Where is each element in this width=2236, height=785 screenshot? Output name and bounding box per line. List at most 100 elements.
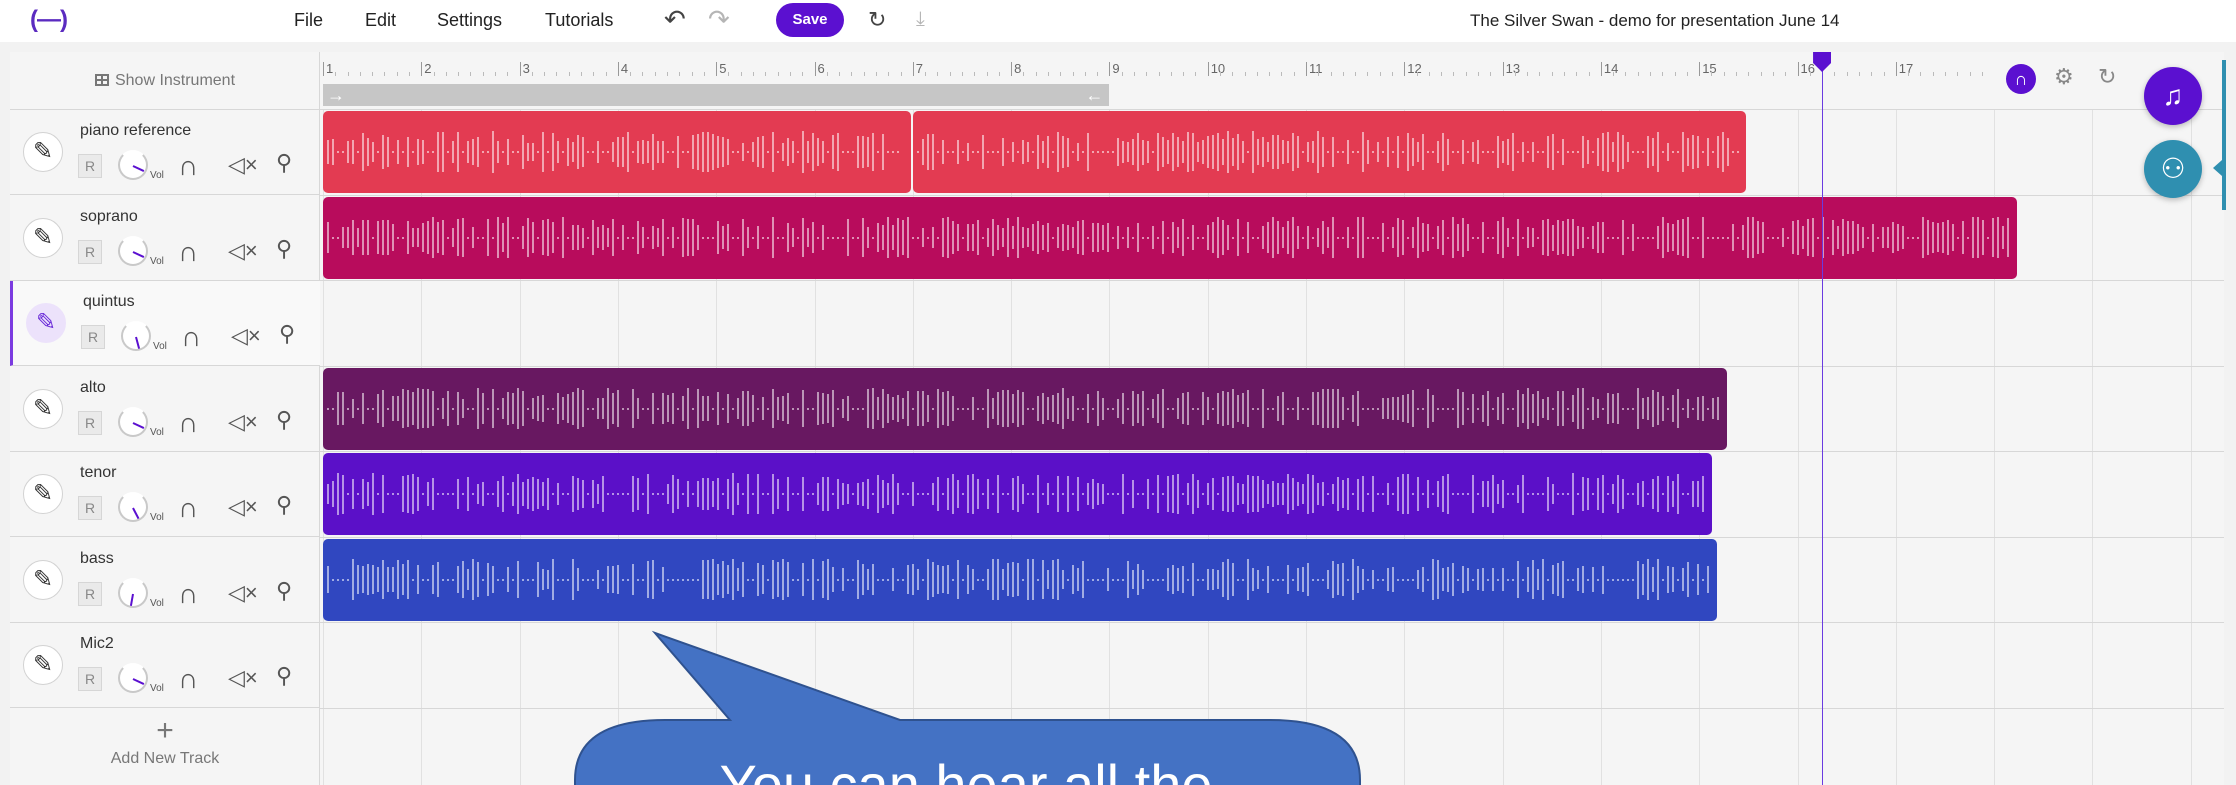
- undo-icon[interactable]: ↶: [664, 4, 686, 35]
- record-arm-button[interactable]: R: [78, 239, 102, 264]
- minor-tick: [1219, 72, 1221, 76]
- history-icon[interactable]: ↻: [868, 7, 886, 33]
- headphones-icon[interactable]: ∩: [178, 407, 198, 439]
- track-header[interactable]: ✎ alto R Vol ∩ ◁× ⚲: [10, 367, 320, 452]
- effects-icon[interactable]: ⚲: [276, 492, 292, 518]
- track-header[interactable]: ✎ bass R Vol ∩ ◁× ⚲: [10, 538, 320, 623]
- menu-edit[interactable]: Edit: [365, 10, 396, 31]
- menu-tutorials[interactable]: Tutorials: [545, 10, 613, 31]
- gear-icon[interactable]: ⚙: [2054, 64, 2074, 90]
- track-header[interactable]: ✎ Mic2 R Vol ∩ ◁× ⚲: [10, 623, 320, 708]
- track-name[interactable]: piano reference: [80, 122, 191, 140]
- minor-tick: [1723, 72, 1725, 76]
- menu-file[interactable]: File: [294, 10, 323, 31]
- show-instrument-button[interactable]: Show Instrument: [10, 52, 320, 110]
- minor-tick: [1674, 72, 1676, 76]
- mute-speaker-icon[interactable]: ◁×: [228, 494, 258, 520]
- microphone-icon[interactable]: ✎: [23, 217, 63, 258]
- loop-start-arrow-icon[interactable]: →: [327, 84, 345, 106]
- side-panel-tab[interactable]: [2222, 60, 2226, 210]
- track-lane-divider: [320, 280, 2224, 281]
- volume-knob[interactable]: [118, 150, 148, 180]
- microphone-icon[interactable]: ✎: [23, 645, 63, 685]
- headphones-icon[interactable]: ∩: [178, 236, 198, 268]
- audio-clip[interactable]: [912, 111, 1747, 193]
- effects-icon[interactable]: ⚲: [276, 663, 292, 689]
- headphones-icon[interactable]: ∩: [178, 150, 198, 182]
- track-name[interactable]: bass: [80, 550, 114, 568]
- effects-icon[interactable]: ⚲: [276, 578, 292, 604]
- headphones-icon[interactable]: ∩: [178, 663, 198, 695]
- audio-clip[interactable]: [323, 538, 1717, 621]
- track-name[interactable]: tenor: [80, 464, 116, 482]
- track-name[interactable]: Mic2: [80, 635, 114, 653]
- track-header[interactable]: ✎ soprano R Vol ∩ ◁× ⚲: [10, 196, 320, 281]
- record-arm-button[interactable]: R: [78, 410, 102, 435]
- minor-tick: [1342, 72, 1344, 76]
- loop-region[interactable]: → ←: [323, 84, 1110, 106]
- headphones-icon[interactable]: ∩: [178, 578, 198, 610]
- mute-speaker-icon[interactable]: ◁×: [228, 238, 258, 264]
- bar-tick: [323, 62, 324, 76]
- effects-icon[interactable]: ⚲: [279, 321, 295, 347]
- minor-tick: [1650, 72, 1652, 76]
- record-arm-button[interactable]: R: [78, 667, 102, 691]
- download-icon[interactable]: ⤓: [916, 8, 925, 31]
- minor-tick: [1133, 72, 1135, 76]
- loop-end-arrow-icon[interactable]: ←: [1085, 84, 1103, 106]
- volume-knob[interactable]: [118, 492, 148, 522]
- audio-clip[interactable]: [323, 453, 1712, 535]
- volume-knob[interactable]: [118, 235, 148, 266]
- minor-tick: [777, 72, 779, 76]
- track-header[interactable]: ✎ tenor R Vol ∩ ◁× ⚲: [10, 452, 320, 537]
- volume-knob[interactable]: [118, 406, 148, 437]
- volume-knob[interactable]: [121, 321, 151, 351]
- record-arm-button[interactable]: R: [78, 154, 102, 178]
- mute-speaker-icon[interactable]: ◁×: [228, 409, 258, 435]
- minor-tick: [986, 72, 988, 76]
- microphone-icon[interactable]: ✎: [23, 132, 63, 172]
- headphones-icon[interactable]: ∩: [181, 321, 201, 353]
- track-name[interactable]: alto: [80, 379, 106, 397]
- mute-speaker-icon[interactable]: ◁×: [231, 323, 261, 349]
- loop-toggle-icon[interactable]: ∩: [2006, 64, 2036, 94]
- record-arm-button[interactable]: R: [81, 325, 105, 349]
- collaborators-icon[interactable]: ⚇: [2144, 140, 2202, 198]
- track-header[interactable]: ✎ piano reference R Vol ∩ ◁× ⚲: [10, 110, 320, 195]
- microphone-icon[interactable]: ✎: [23, 474, 63, 514]
- app-logo[interactable]: (—): [30, 6, 68, 34]
- audio-clip[interactable]: [323, 111, 911, 193]
- effects-icon[interactable]: ⚲: [276, 150, 292, 176]
- record-arm-button[interactable]: R: [78, 581, 102, 606]
- audio-clip[interactable]: [323, 196, 2017, 279]
- show-instrument-label: Show Instrument: [114, 72, 236, 89]
- minor-tick: [851, 72, 853, 76]
- minor-tick: [1465, 72, 1467, 76]
- headphones-icon[interactable]: ∩: [178, 492, 198, 524]
- add-new-track-button[interactable]: + Add New Track: [10, 708, 320, 785]
- effects-icon[interactable]: ⚲: [276, 236, 292, 262]
- track-name[interactable]: soprano: [80, 208, 138, 226]
- microphone-icon[interactable]: ✎: [23, 388, 63, 429]
- effects-icon[interactable]: ⚲: [276, 407, 292, 433]
- volume-label: Vol: [150, 255, 164, 267]
- save-button[interactable]: Save: [776, 3, 844, 37]
- side-panel-arrow-icon[interactable]: [2213, 160, 2222, 176]
- music-notes-icon[interactable]: ♫: [2144, 67, 2202, 125]
- timeline-ruler[interactable]: 1 2 3 4 5 6 7 8 9 10 11 12 13 14 15 16 17 → ← ∩ ⚙ ↻: [320, 52, 2224, 110]
- mute-speaker-icon[interactable]: ◁×: [228, 152, 258, 178]
- refresh-icon[interactable]: ↻: [2098, 64, 2116, 90]
- audio-clip[interactable]: [323, 367, 1727, 450]
- microphone-icon[interactable]: ✎: [23, 559, 63, 600]
- microphone-icon[interactable]: ✎: [26, 303, 66, 343]
- menu-settings[interactable]: Settings: [437, 10, 502, 31]
- project-title[interactable]: The Silver Swan - demo for presentation …: [1470, 11, 1839, 31]
- record-arm-button[interactable]: R: [78, 496, 102, 520]
- redo-icon[interactable]: ↷: [708, 4, 730, 35]
- mute-speaker-icon[interactable]: ◁×: [228, 580, 258, 606]
- track-header[interactable]: ✎ quintus R Vol ∩ ◁× ⚲: [10, 281, 320, 366]
- track-name[interactable]: quintus: [83, 293, 135, 311]
- volume-knob[interactable]: [118, 663, 148, 693]
- mute-speaker-icon[interactable]: ◁×: [228, 665, 258, 691]
- volume-knob[interactable]: [118, 577, 148, 608]
